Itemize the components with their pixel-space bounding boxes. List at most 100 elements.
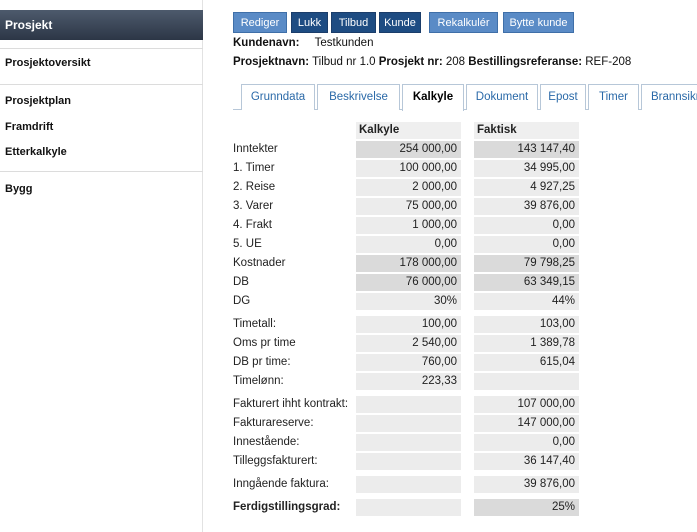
table-row: Oms pr time 2 540,00 1 389,78 bbox=[231, 334, 589, 353]
faktisk-value: 44% bbox=[474, 293, 579, 310]
kalkyle-value: 75 000,00 bbox=[356, 198, 461, 215]
prosjektnr-label: Prosjekt nr: bbox=[378, 56, 443, 68]
kalkyle-value: 2 540,00 bbox=[356, 335, 461, 352]
kalkyle-value: 2 000,00 bbox=[356, 179, 461, 196]
tab-grunndata[interactable]: Grunndata bbox=[241, 84, 315, 110]
faktisk-value: 1 389,78 bbox=[474, 335, 579, 352]
bestref-value: REF-208 bbox=[585, 56, 632, 68]
kalkyle-value: 100 000,00 bbox=[356, 160, 461, 177]
sidebar-item-etterkalkyle[interactable]: Etterkalkyle bbox=[5, 146, 67, 158]
table-row: Ferdigstillingsgrad: 25% bbox=[231, 498, 589, 517]
faktisk-value: 4 927,25 bbox=[474, 179, 579, 196]
faktisk-value: 39 876,00 bbox=[474, 198, 579, 215]
kalkyle-value bbox=[356, 415, 461, 432]
tab-kalkyle[interactable]: Kalkyle bbox=[402, 84, 464, 111]
row-label: Fakturareserve: bbox=[233, 417, 314, 429]
divider bbox=[0, 171, 203, 172]
column-header-kalkyle: Kalkyle bbox=[356, 122, 461, 139]
tab-dokument[interactable]: Dokument bbox=[466, 84, 538, 110]
table-row: 4. Frakt 1 000,00 0,00 bbox=[231, 216, 589, 235]
sidebar-item-bygg[interactable]: Bygg bbox=[5, 183, 33, 195]
row-label: Inntekter bbox=[233, 143, 278, 155]
faktisk-value: 34 995,00 bbox=[474, 160, 579, 177]
kalkyle-value bbox=[356, 453, 461, 470]
sidebar-item-prosjektplan[interactable]: Prosjektplan bbox=[5, 95, 71, 107]
kunde-button[interactable]: Kunde bbox=[379, 12, 421, 33]
table-row: Inntekter 254 000,00 143 147,40 bbox=[231, 140, 589, 159]
tilbud-button[interactable]: Tilbud bbox=[331, 12, 376, 33]
kalkyle-value: 100,00 bbox=[356, 316, 461, 333]
faktisk-value: 0,00 bbox=[474, 434, 579, 451]
table-row: Kostnader 178 000,00 79 798,25 bbox=[231, 254, 589, 273]
row-label: Kostnader bbox=[233, 257, 286, 269]
table-header: Kalkyle Faktisk bbox=[231, 121, 589, 140]
faktisk-value: 103,00 bbox=[474, 316, 579, 333]
row-label: Tilleggsfakturert: bbox=[233, 455, 318, 467]
kalkyle-value: 223,33 bbox=[356, 373, 461, 390]
prosjektnavn-value: Tilbud nr 1.0 bbox=[312, 56, 376, 68]
faktisk-value: 63 349,15 bbox=[474, 274, 579, 291]
table-row: 5. UE 0,00 0,00 bbox=[231, 235, 589, 254]
column-header-faktisk: Faktisk bbox=[474, 122, 579, 139]
tab-timer[interactable]: Timer bbox=[588, 84, 639, 110]
row-label: Inngående faktura: bbox=[233, 478, 329, 490]
table-row: Tilleggsfakturert: 36 147,40 bbox=[231, 452, 589, 471]
kalkyle-value: 254 000,00 bbox=[356, 141, 461, 158]
faktisk-value bbox=[474, 373, 579, 390]
row-label: 4. Frakt bbox=[233, 219, 272, 231]
tab-epost[interactable]: Epost bbox=[540, 84, 586, 110]
rekalkuler-button[interactable]: Rekalkulér bbox=[429, 12, 498, 33]
divider bbox=[0, 84, 203, 85]
row-label: Oms pr time bbox=[233, 337, 296, 349]
table-row: DG 30% 44% bbox=[231, 292, 589, 311]
sidebar-item-prosjektoversikt[interactable]: Prosjektoversikt bbox=[5, 57, 91, 69]
table-row: 2. Reise 2 000,00 4 927,25 bbox=[231, 178, 589, 197]
kalkyle-value: 760,00 bbox=[356, 354, 461, 371]
faktisk-value: 143 147,40 bbox=[474, 141, 579, 158]
divider bbox=[0, 48, 203, 49]
table-row: Timelønn: 223,33 bbox=[231, 372, 589, 391]
lukk-button[interactable]: Lukk bbox=[291, 12, 328, 33]
faktisk-value: 36 147,40 bbox=[474, 453, 579, 470]
tab-brannsikring[interactable]: Brannsikr bbox=[641, 84, 697, 110]
kalkyle-value bbox=[356, 499, 461, 516]
faktisk-value: 615,04 bbox=[474, 354, 579, 371]
faktisk-value: 39 876,00 bbox=[474, 476, 579, 493]
table-row: Fakturareserve: 147 000,00 bbox=[231, 414, 589, 433]
row-label: 2. Reise bbox=[233, 181, 276, 193]
kalkyle-value bbox=[356, 434, 461, 451]
row-label: Innestående: bbox=[233, 436, 300, 448]
row-label: Fakturert ihht kontrakt: bbox=[233, 398, 349, 410]
table-row: DB pr time: 760,00 615,04 bbox=[231, 353, 589, 372]
faktisk-value: 79 798,25 bbox=[474, 255, 579, 272]
row-label: 1. Timer bbox=[233, 162, 275, 174]
rediger-button[interactable]: Rediger bbox=[233, 12, 287, 33]
row-label: 5. UE bbox=[233, 238, 262, 250]
bytte-kunde-button[interactable]: Bytte kunde bbox=[503, 12, 574, 33]
table-row: Innestående: 0,00 bbox=[231, 433, 589, 452]
bestref-label: Bestillingsreferanse: bbox=[468, 56, 583, 68]
kalkyle-value: 76 000,00 bbox=[356, 274, 461, 291]
kalkyle-value bbox=[356, 396, 461, 413]
tab-bar: Grunndata Beskrivelse Kalkyle Dokument E… bbox=[233, 84, 697, 111]
kalkyle-value bbox=[356, 476, 461, 493]
row-label: DB bbox=[233, 276, 249, 288]
kundenavn-value: Testkunden bbox=[314, 37, 374, 49]
row-label: 3. Varer bbox=[233, 200, 274, 212]
faktisk-value: 107 000,00 bbox=[474, 396, 579, 413]
row-label: Timetall: bbox=[233, 318, 277, 330]
tab-beskrivelse[interactable]: Beskrivelse bbox=[317, 84, 400, 110]
table-row: Timetall: 100,00 103,00 bbox=[231, 315, 589, 334]
faktisk-value: 0,00 bbox=[474, 236, 579, 253]
table-row: Inngående faktura: 39 876,00 bbox=[231, 475, 589, 494]
faktisk-value: 147 000,00 bbox=[474, 415, 579, 432]
faktisk-value: 25% bbox=[474, 499, 579, 516]
sidebar: Prosjekt Prosjektoversikt Prosjektplan F… bbox=[0, 0, 203, 532]
table-row: 1. Timer 100 000,00 34 995,00 bbox=[231, 159, 589, 178]
table-row: Fakturert ihht kontrakt: 107 000,00 bbox=[231, 395, 589, 414]
sidebar-item-framdrift[interactable]: Framdrift bbox=[5, 121, 53, 133]
sidebar-item-prosjekt[interactable]: Prosjekt bbox=[0, 10, 203, 40]
customer-line: Kundenavn: Testkunden bbox=[233, 37, 373, 49]
row-label: Timelønn: bbox=[233, 375, 284, 387]
row-label: DB pr time: bbox=[233, 356, 291, 368]
